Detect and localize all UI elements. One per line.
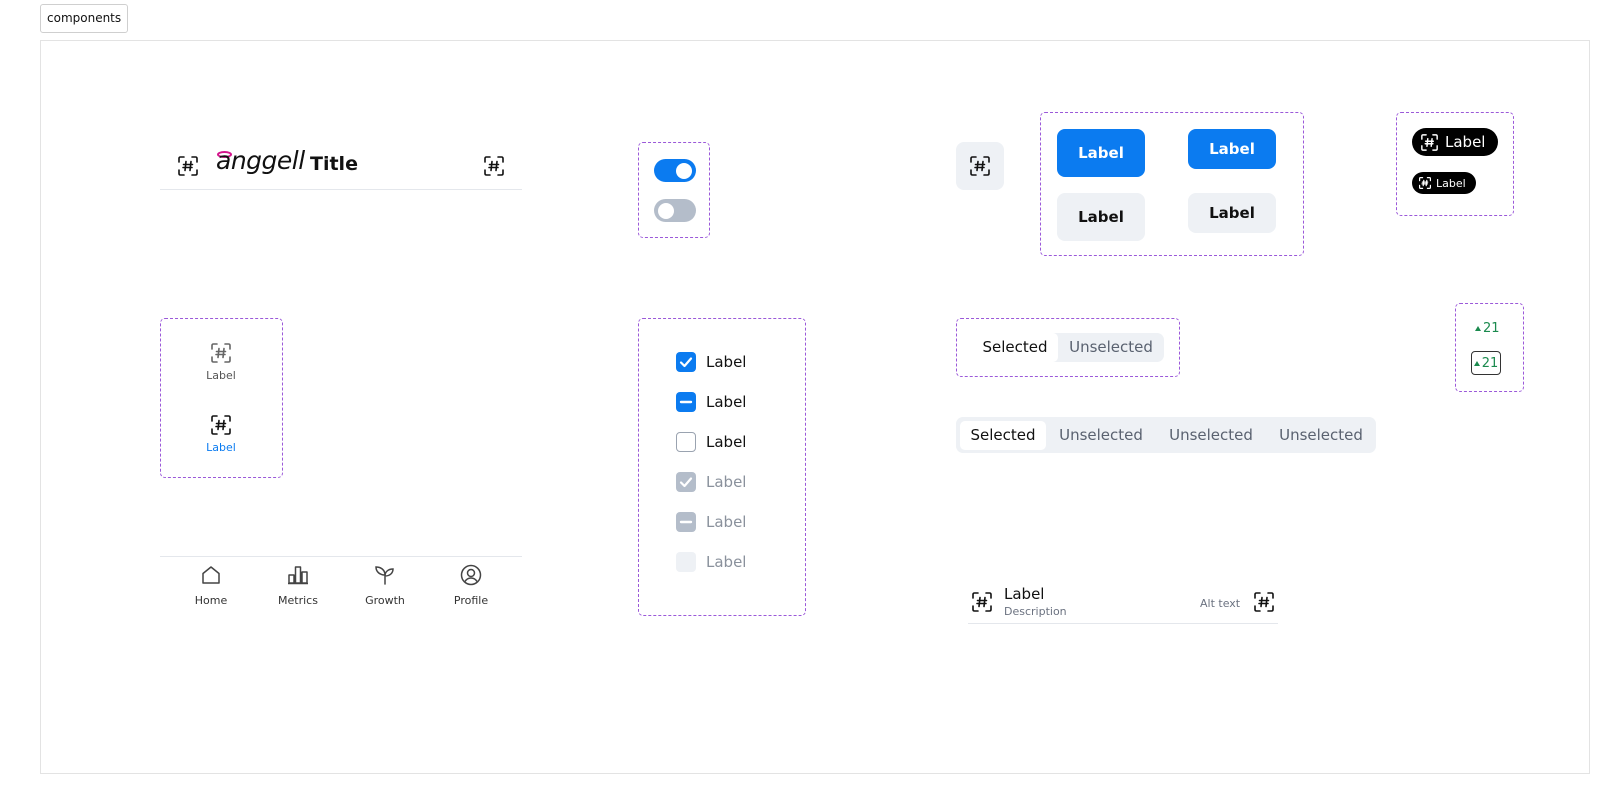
list-item-description: Description bbox=[1004, 605, 1067, 618]
toggle-switch-off[interactable] bbox=[654, 199, 696, 222]
segmented-control: Selected Unselected bbox=[972, 333, 1164, 362]
checkbox-box bbox=[676, 352, 696, 372]
user-circle-icon bbox=[460, 564, 482, 586]
tab-label: Profile bbox=[453, 594, 489, 607]
hash-frame-icon bbox=[1421, 133, 1438, 151]
secondary-button-large[interactable]: Label bbox=[1057, 193, 1145, 241]
checkbox-label: Label bbox=[706, 513, 747, 531]
segmented-control-wide: Selected Unselected Unselected Unselecte… bbox=[956, 417, 1376, 453]
hash-frame-icon[interactable] bbox=[484, 156, 504, 176]
tab-growth[interactable]: Growth bbox=[342, 563, 428, 607]
hash-frame-icon bbox=[211, 343, 231, 363]
chip-large[interactable]: Label bbox=[1412, 128, 1498, 156]
hash-frame-icon bbox=[211, 415, 231, 435]
hash-frame-icon[interactable] bbox=[178, 156, 198, 176]
list-item-alt-text: Alt text bbox=[1200, 597, 1241, 610]
primary-button-large[interactable]: Label bbox=[1057, 129, 1145, 177]
checkbox-box bbox=[676, 432, 696, 452]
home-icon bbox=[200, 564, 222, 586]
tab-metrics[interactable]: Metrics bbox=[255, 563, 341, 607]
toggle-switch-on[interactable] bbox=[654, 159, 696, 182]
checkbox-indeterminate[interactable]: Label bbox=[676, 391, 746, 413]
checkbox-indeterminate-disabled: Label bbox=[676, 511, 746, 533]
toggle-group bbox=[638, 142, 710, 238]
tab-label: Growth bbox=[365, 594, 405, 607]
icon-tile-button[interactable] bbox=[956, 142, 1004, 190]
primary-button-small[interactable]: Label bbox=[1188, 129, 1276, 169]
trend-up-icon bbox=[1473, 360, 1480, 366]
segment-unselected[interactable]: Unselected bbox=[1158, 421, 1264, 450]
checkbox-box bbox=[676, 552, 696, 572]
trend-value: 21 bbox=[1483, 321, 1500, 336]
tab-label: Metrics bbox=[278, 594, 318, 607]
hash-frame-icon bbox=[1419, 177, 1431, 189]
button-group: Label Label Label Label bbox=[1040, 112, 1304, 256]
checkbox-label: Label bbox=[706, 353, 747, 371]
tab-home[interactable]: Home bbox=[168, 563, 254, 607]
toggle-knob bbox=[676, 162, 692, 179]
brand-logo: anggell bbox=[216, 146, 305, 175]
trend-value: 21 bbox=[1481, 355, 1499, 371]
chip-label: Label bbox=[1436, 176, 1466, 190]
checkbox-checked[interactable]: Label bbox=[676, 351, 746, 373]
checkbox-label: Label bbox=[706, 553, 747, 571]
checkbox-box bbox=[676, 472, 696, 492]
trend-up-icon bbox=[1475, 326, 1481, 331]
checkbox-label: Label bbox=[706, 393, 747, 411]
toggle-knob bbox=[658, 202, 674, 219]
secondary-button-small[interactable]: Label bbox=[1188, 193, 1276, 233]
checkbox-unchecked-disabled: Label bbox=[676, 551, 746, 573]
trend-badge-group: 21 21 bbox=[1455, 303, 1524, 392]
nav-tile-active[interactable]: Label bbox=[161, 441, 281, 454]
chip-small[interactable]: Label bbox=[1412, 172, 1476, 194]
checkbox-box bbox=[676, 512, 696, 532]
checkbox-box bbox=[676, 392, 696, 412]
checkbox-unchecked[interactable]: Label bbox=[676, 431, 746, 453]
segmented-control-group: Selected Unselected bbox=[956, 318, 1180, 377]
sprout-icon bbox=[374, 564, 396, 586]
list-item[interactable]: Label Description Alt text bbox=[968, 580, 1278, 624]
checkbox-label: Label bbox=[706, 433, 747, 451]
chip-group: Label Label bbox=[1396, 112, 1514, 216]
trend-badge-boxed: 21 bbox=[1471, 351, 1501, 375]
checkbox-checked-disabled: Label bbox=[676, 471, 746, 493]
segment-selected[interactable]: Selected bbox=[972, 333, 1058, 362]
trend-badge-plain: 21 bbox=[1475, 321, 1500, 336]
frame-label[interactable]: components bbox=[40, 4, 129, 33]
page-title: Title bbox=[310, 153, 358, 175]
segment-unselected[interactable]: Unselected bbox=[1058, 333, 1164, 362]
bar-chart-icon bbox=[287, 564, 309, 586]
chip-label: Label bbox=[1445, 133, 1486, 151]
hash-frame-icon[interactable] bbox=[1254, 592, 1274, 612]
hash-frame-icon bbox=[972, 592, 992, 612]
bottom-tab-bar: Home Metrics Growth Profile bbox=[160, 556, 522, 616]
tab-profile[interactable]: Profile bbox=[428, 563, 514, 607]
checkbox-label: Label bbox=[706, 473, 747, 491]
tab-label: Home bbox=[194, 594, 228, 607]
segment-unselected[interactable]: Unselected bbox=[1048, 421, 1154, 450]
segment-selected[interactable]: Selected bbox=[960, 421, 1046, 450]
list-item-label: Label bbox=[1004, 585, 1045, 603]
segment-unselected[interactable]: Unselected bbox=[1268, 421, 1374, 450]
app-header: anggell Title bbox=[160, 140, 522, 190]
nav-tile-default[interactable]: Label bbox=[161, 369, 281, 382]
nav-tile-group: Label Label bbox=[160, 318, 283, 478]
hash-frame-icon bbox=[970, 156, 990, 176]
